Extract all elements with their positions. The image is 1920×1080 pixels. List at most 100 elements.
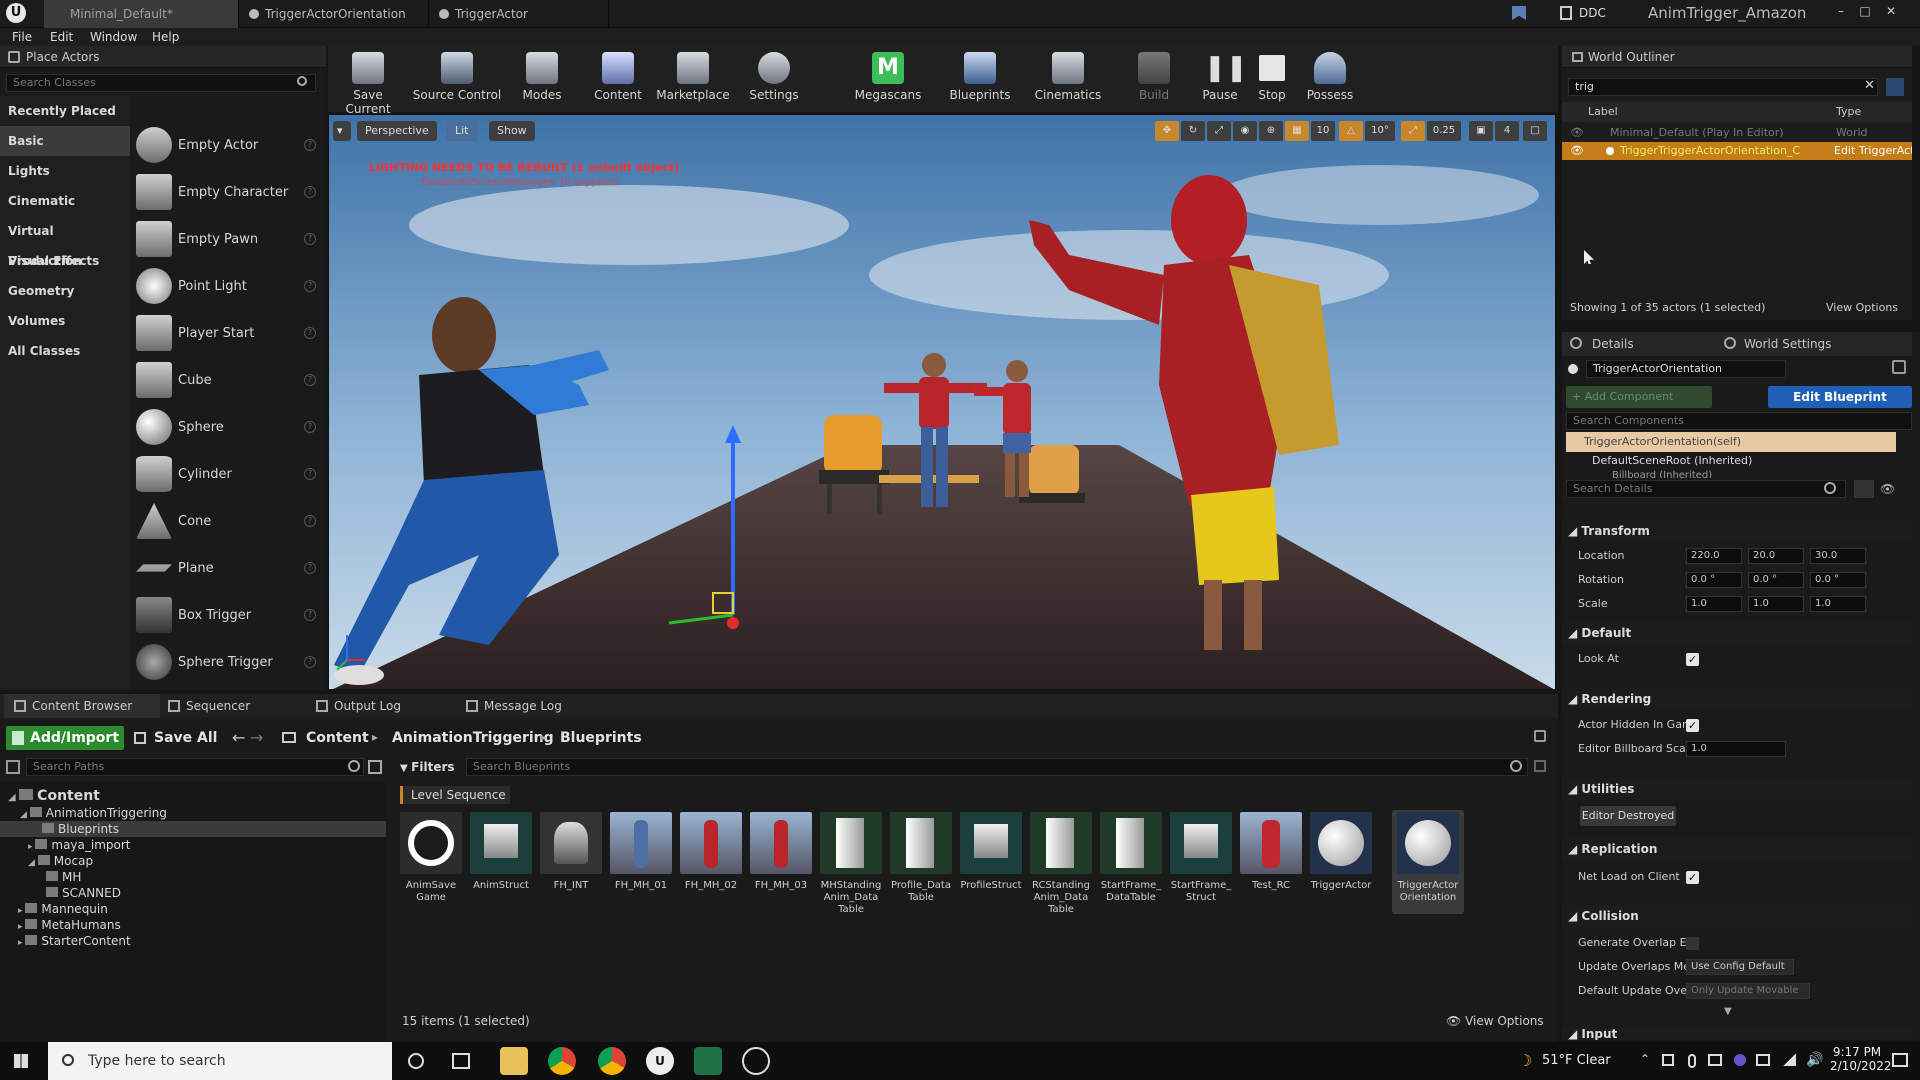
outliner-row-world[interactable]: 👁 Minimal_Default (Play In Editor) World xyxy=(1562,124,1912,142)
eye-icon[interactable]: 👁 xyxy=(1570,126,1584,139)
edit-blueprint-button[interactable]: Edit Blueprint xyxy=(1768,386,1912,408)
rotation-label[interactable]: Rotation xyxy=(1566,573,1624,586)
outliner-row-selected[interactable]: 👁 TriggerTriggerActorOrientation_C Edit … xyxy=(1562,142,1912,160)
path-options-icon[interactable] xyxy=(368,760,382,774)
asset-tile[interactable]: StartFrame_ Struct xyxy=(1168,812,1234,922)
actor-cube[interactable]: Cube? xyxy=(132,357,322,404)
chrome-icon-2[interactable] xyxy=(598,1047,626,1075)
default-update-dropdown[interactable]: Only Update Movable xyxy=(1686,983,1810,999)
network-icon[interactable] xyxy=(1662,1054,1674,1066)
weather-text[interactable]: 51°F Clear xyxy=(1542,1053,1611,1068)
lit-button[interactable]: Lit xyxy=(447,121,477,141)
tree-content[interactable]: ◢ Content xyxy=(0,788,100,804)
marketplace-button[interactable]: Marketplace xyxy=(652,50,734,110)
breadcrumb-content[interactable]: Content xyxy=(306,724,369,752)
actor-cylinder[interactable]: Cylinder? xyxy=(132,451,322,498)
search-paths-input[interactable]: Search Paths xyxy=(26,758,364,776)
close-button[interactable]: ✕ xyxy=(1880,4,1902,20)
tab-trigger-actor-orientation[interactable]: TriggerActorOrientation xyxy=(239,0,429,28)
menu-file[interactable]: File xyxy=(12,28,32,46)
level-viewport[interactable]: ▾ Perspective Lit Show LIGHTING NEEDS TO… xyxy=(328,114,1556,690)
save-search-icon[interactable] xyxy=(1534,760,1546,772)
grid-snap-icon[interactable]: ▦ xyxy=(1285,121,1309,141)
filter-tag-level-sequence[interactable]: Level Sequence xyxy=(400,786,510,804)
rotation-y[interactable]: 0.0 ° xyxy=(1748,572,1804,588)
chevron-up-icon[interactable]: ⌃ xyxy=(1640,1052,1650,1066)
breadcrumb-chevron-icon[interactable]: ▸ xyxy=(540,730,546,744)
folder-icon[interactable] xyxy=(282,732,296,743)
asset-tile[interactable]: MHStanding Anim_Data Table xyxy=(818,812,884,922)
category-geometry[interactable]: Geometry xyxy=(0,276,130,306)
asset-tile[interactable]: FH_MH_02 xyxy=(678,812,744,922)
microphone-icon[interactable] xyxy=(1688,1054,1696,1068)
section-replication[interactable]: ◢ Replication xyxy=(1562,838,1912,860)
camera-speed-value[interactable]: 4 xyxy=(1495,121,1519,141)
tab-world-settings[interactable]: World Settings xyxy=(1744,337,1831,351)
tab-level[interactable]: Minimal_Default* xyxy=(44,0,239,28)
scale-x[interactable]: 1.0 xyxy=(1686,596,1742,612)
display-icon[interactable] xyxy=(1708,1054,1722,1066)
asset-tile[interactable]: Test_RC xyxy=(1238,812,1304,922)
world-space-icon[interactable]: ◉ xyxy=(1233,121,1257,141)
actor-empty-pawn[interactable]: Empty Pawn? xyxy=(132,216,322,263)
help-icon[interactable]: ? xyxy=(304,515,316,527)
camera-speed-icon[interactable]: ▣ xyxy=(1469,121,1493,141)
modes-button[interactable]: Modes xyxy=(506,50,578,110)
tray-app-icon[interactable] xyxy=(1734,1054,1746,1066)
maximize-button[interactable]: □ xyxy=(1854,4,1876,20)
help-icon[interactable]: ? xyxy=(304,468,316,480)
section-default[interactable]: ◢ Default xyxy=(1562,622,1912,644)
tree-startercontent[interactable]: ▸ StarterContent xyxy=(0,933,131,949)
search-details-input[interactable]: Search Details xyxy=(1566,480,1846,498)
minimize-button[interactable]: – xyxy=(1830,4,1852,20)
section-transform[interactable]: ◢ Transform xyxy=(1562,520,1912,542)
viewport-options-button[interactable]: ▾ xyxy=(333,121,351,141)
build-button[interactable]: Build xyxy=(1118,50,1190,110)
surface-snap-icon[interactable]: ⊕ xyxy=(1259,121,1283,141)
excel-icon[interactable] xyxy=(694,1047,722,1075)
actor-box-trigger[interactable]: Box Trigger? xyxy=(132,592,322,639)
billboard-scale-field[interactable]: 1.0 xyxy=(1686,741,1786,757)
back-arrow-icon[interactable]: ← xyxy=(232,728,245,747)
breadcrumb-chevron-icon[interactable]: ▸ xyxy=(372,730,378,744)
net-load-checkbox[interactable]: ✓ xyxy=(1686,871,1699,884)
location-z[interactable]: 30.0 xyxy=(1810,548,1866,564)
row-type[interactable]: Edit TriggerActo xyxy=(1834,144,1912,157)
add-component-button[interactable]: + Add Component xyxy=(1566,386,1712,408)
section-collision[interactable]: ◢ Collision xyxy=(1562,905,1912,927)
maximize-viewport-icon[interactable]: □ xyxy=(1523,121,1547,141)
tab-sequencer[interactable]: Sequencer xyxy=(158,694,308,718)
volume-icon[interactable]: 🔊 xyxy=(1806,1052,1823,1068)
expand-more-icon[interactable]: ▼ xyxy=(1724,1006,1732,1017)
category-all-classes[interactable]: All Classes xyxy=(0,336,130,366)
tab-content-browser[interactable]: Content Browser xyxy=(4,694,160,718)
actor-cone[interactable]: Cone? xyxy=(132,498,322,545)
world-outliner-title[interactable]: World Outliner xyxy=(1588,50,1675,64)
scale-z[interactable]: 1.0 xyxy=(1810,596,1866,612)
clock[interactable]: 9:17 PM 2/10/2022 xyxy=(1830,1045,1892,1073)
eye-icon[interactable]: 👁 xyxy=(1570,144,1584,157)
menu-help[interactable]: Help xyxy=(152,28,179,46)
sources-toggle-icon[interactable] xyxy=(6,760,20,774)
category-recently-placed[interactable]: Recently Placed xyxy=(0,96,130,126)
help-icon[interactable]: ? xyxy=(304,327,316,339)
search-components-input[interactable]: Search Components xyxy=(1566,412,1912,430)
possess-button[interactable]: Possess xyxy=(1298,50,1362,110)
help-icon[interactable]: ? xyxy=(304,186,316,198)
filters-button[interactable]: ▼ Filters xyxy=(400,758,460,776)
eye-icon[interactable]: 👁 xyxy=(1880,482,1895,496)
blueprints-button[interactable]: Blueprints xyxy=(940,50,1020,110)
scale-snap-value[interactable]: 0.25 xyxy=(1427,121,1461,141)
asset-tile-selected[interactable]: TriggerActor Orientation xyxy=(1392,810,1464,914)
tab-trigger-actor[interactable]: TriggerActor xyxy=(429,0,609,28)
translate-tool-icon[interactable]: ✥ xyxy=(1155,121,1179,141)
save-current-button[interactable]: Save Current xyxy=(332,50,404,116)
actor-empty-character[interactable]: Empty Character? xyxy=(132,169,322,216)
category-lights[interactable]: Lights xyxy=(0,156,130,186)
component-default-scene-root[interactable]: DefaultSceneRoot (Inherited) xyxy=(1592,454,1752,467)
menu-window[interactable]: Window xyxy=(90,28,137,46)
content-button[interactable]: Content xyxy=(582,50,654,110)
angle-snap-value[interactable]: 10° xyxy=(1365,121,1395,141)
lock-icon[interactable] xyxy=(1892,360,1906,374)
update-overlaps-dropdown[interactable]: Use Config Default xyxy=(1686,959,1794,975)
